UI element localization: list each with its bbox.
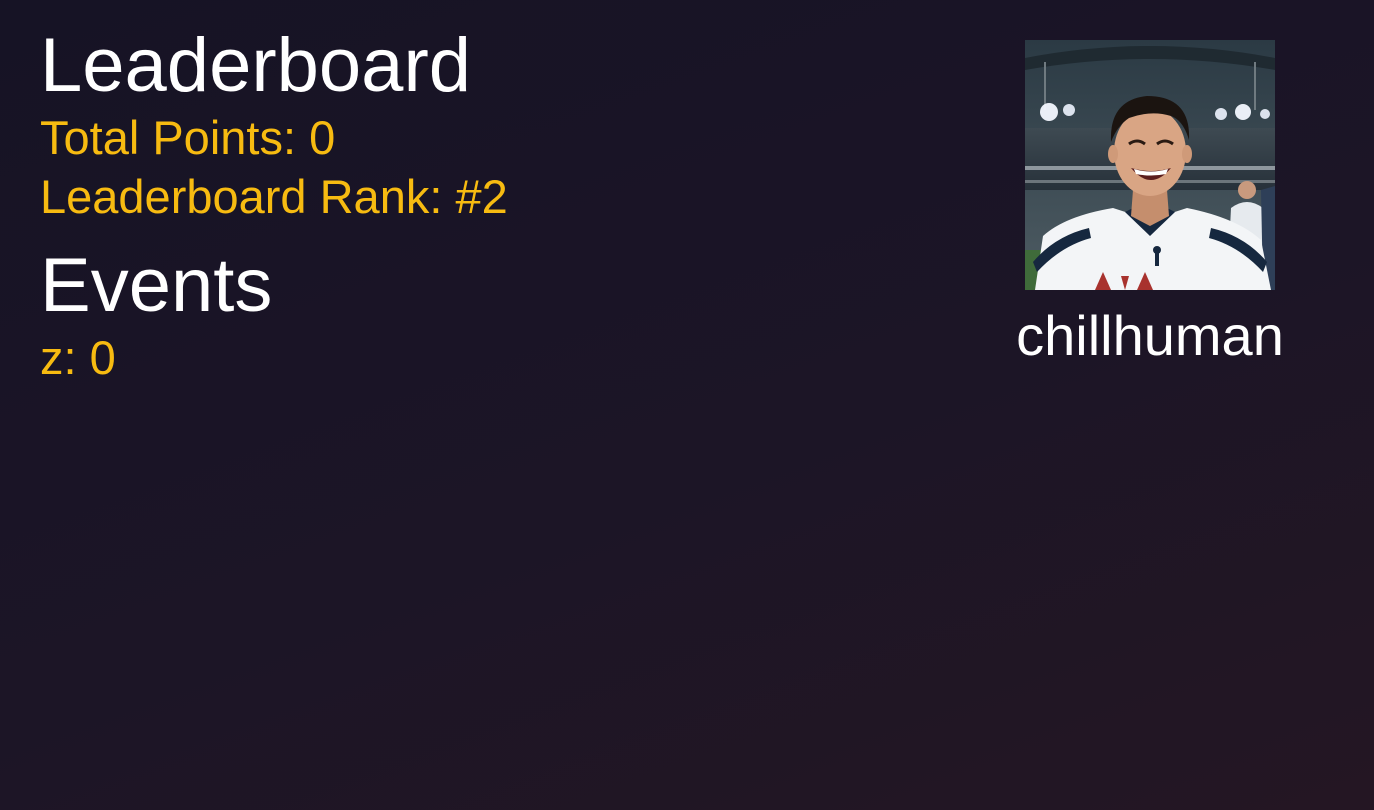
avatar: [1025, 40, 1275, 290]
leaderboard-title: Leaderboard: [40, 23, 472, 108]
user-photo-icon: [1025, 40, 1275, 290]
user-profile: chillhuman: [990, 40, 1310, 368]
event-item: z: 0: [40, 331, 116, 384]
events-title: Events: [40, 243, 273, 328]
username: chillhuman: [1016, 304, 1284, 367]
total-points: Total Points: 0: [40, 111, 336, 164]
stats-panel: Leaderboard Total Points: 0 Leaderboard …: [40, 24, 508, 387]
leaderboard-rank: Leaderboard Rank: #2: [40, 170, 508, 223]
